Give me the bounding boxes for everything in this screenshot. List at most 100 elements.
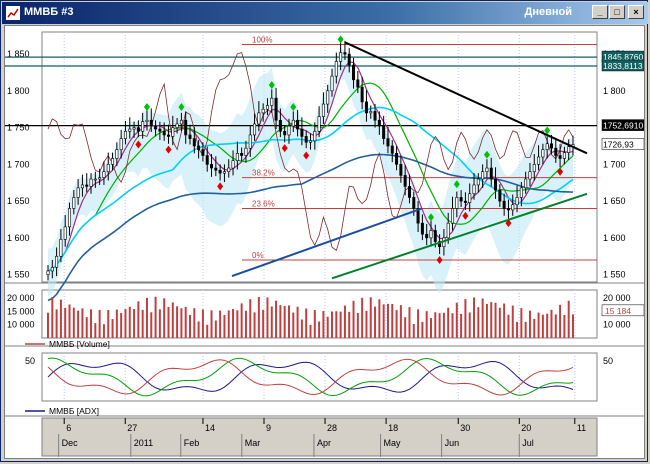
date-month-label: Feb [184,438,200,448]
candle-body [390,145,394,154]
candle-body [498,189,502,202]
candle-body [364,101,368,114]
timeframe-label: Дневной [524,6,573,18]
candle-body [179,119,183,125]
candle-body [85,184,89,187]
candle-body [347,53,351,66]
candle-body [128,128,132,132]
candle-body [197,145,201,150]
candle-body [287,125,291,136]
candle-body [248,134,252,149]
candle-body [93,178,97,181]
candle-body [524,178,528,189]
candle-body [485,167,489,173]
candle-body [296,119,300,130]
candle-body [326,90,330,105]
candle-body [291,119,295,127]
candle-body [222,171,226,174]
candle-body [136,127,140,132]
candle-body [102,171,106,178]
date-day-label: 20 [521,423,531,433]
candle-body [253,123,257,136]
y-tick-label: 1 700 [7,159,30,169]
candle-body [554,147,558,156]
candle-body [567,146,571,153]
candle-body [149,119,153,127]
candle-body [240,153,244,156]
candle-body [446,222,450,239]
candle-body [166,134,170,137]
candle-body [377,119,381,127]
candle-body [257,112,261,125]
y-tick-label: 1 650 [7,196,30,206]
candle-body [515,197,519,206]
candle-body [50,266,54,272]
candle-body [451,208,455,224]
candle-body [123,130,127,139]
candle-body [68,208,72,228]
minimize-button[interactable]: _ [592,5,608,19]
fib-level-label: 100% [252,36,272,45]
candle-body [321,103,325,117]
date-day-label: 18 [388,423,398,433]
y-tick-label: 1 800 [603,86,626,96]
y-tick-label: 1 550 [7,270,30,280]
date-month-label: Dec [62,438,79,448]
candle-body [489,167,493,180]
fib-level-label: 0% [252,251,264,260]
date-day-label: 11 [577,423,586,433]
y-tick-label: 1 750 [7,123,30,133]
chart-svg: 1 8501 8501 8001 8001 7501 7501 7001 700… [5,31,644,457]
candle-body [231,160,235,169]
y-tick-label: 1 600 [603,233,626,243]
candle-body [382,125,386,139]
candle-body [369,111,373,114]
y-tick-label: 1 700 [603,159,626,169]
candle-body [481,171,485,180]
candle-body [111,158,115,165]
candle-body [171,127,175,137]
title-bar[interactable]: ММВБ #3 Дневной _ □ × [2,2,648,24]
candle-body [227,167,231,173]
adx-tick-label: 50 [25,356,35,366]
y-tick-label: 1 550 [603,270,626,280]
date-month-label: Jul [522,438,534,448]
date-day-label: 9 [266,423,271,433]
candle-body [455,197,459,209]
chart-window: ММВБ #3 Дневной _ □ × 1 8501 8501 8001 8… [0,0,648,462]
candle-body [494,178,498,191]
candle-body [274,97,278,121]
candle-body [476,178,480,186]
candle-body [537,156,541,165]
close-button[interactable]: × [628,5,644,19]
candle-body [532,164,536,173]
candle-body [352,64,356,81]
candle-body [158,128,162,132]
date-day-label: 30 [460,423,470,433]
date-month-label: Mar [245,438,261,448]
date-month-label: Apr [317,438,331,448]
candle-body [46,270,50,275]
candle-body [154,125,158,130]
candle-body [429,230,433,239]
volume-tick-label: 20 000 [7,293,35,303]
candle-body [420,222,424,235]
volume-tick-label: 10 000 [7,320,35,330]
volume-tick-label: 10 000 [603,320,631,330]
candle-body [214,167,218,171]
candle-body [175,123,179,128]
fib-level-label: 38.2% [252,169,275,178]
volume-tick-label: 15 000 [7,306,35,316]
candle-body [528,171,532,180]
candle-body [278,119,282,132]
candle-body [502,200,506,209]
candle-body [313,130,317,142]
candle-body [304,136,308,143]
candle-body [468,193,472,203]
maximize-button[interactable]: □ [609,5,625,19]
candle-body [270,97,274,106]
candle-body [549,143,553,149]
adx-tick-label: 50 [603,356,613,366]
candle-body [433,230,437,242]
candle-body [119,138,123,150]
